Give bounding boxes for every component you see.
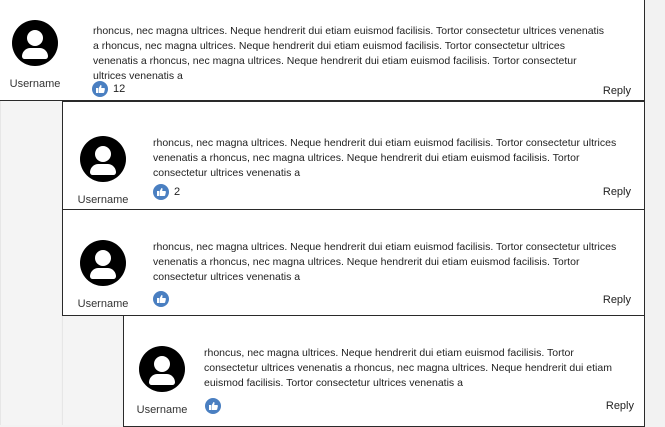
thumbs-up-icon[interactable] — [153, 291, 169, 307]
comment-text: rhoncus, nec magna ultrices. Neque hendr… — [204, 347, 612, 389]
username[interactable]: Username — [73, 194, 133, 206]
user-avatar-icon[interactable] — [12, 20, 58, 66]
like-count: 12 — [113, 83, 126, 95]
thumbs-up-icon[interactable] — [153, 184, 169, 200]
user-avatar-icon[interactable] — [80, 136, 126, 182]
reply-button[interactable]: Reply — [603, 294, 631, 306]
comment-text: rhoncus, nec magna ultrices. Neque hendr… — [153, 137, 617, 179]
comment-card: Username rhoncus, nec magna ultrices. Ne… — [123, 315, 645, 427]
thumbs-up-icon[interactable] — [92, 81, 108, 97]
thread-indent-guide — [0, 100, 61, 425]
reply-button[interactable]: Reply — [603, 186, 631, 198]
thumbs-up-icon[interactable] — [205, 398, 221, 414]
username[interactable]: Username — [73, 298, 133, 310]
username[interactable]: Username — [132, 404, 192, 416]
comment-text: rhoncus, nec magna ultrices. Neque hendr… — [93, 25, 605, 82]
reply-button[interactable]: Reply — [606, 400, 634, 412]
like-count-group: 12 — [92, 81, 125, 97]
like-count-group — [153, 291, 174, 307]
like-count-group: 2 — [153, 184, 180, 200]
like-count-group — [205, 398, 226, 414]
comment-card: Username rhoncus, nec magna ultrices. Ne… — [62, 101, 645, 210]
user-avatar-icon[interactable] — [80, 240, 126, 286]
like-count: 2 — [174, 186, 181, 198]
comment-author: Username — [132, 346, 192, 416]
comment-author: Username — [73, 136, 133, 206]
reply-button[interactable]: Reply — [603, 85, 631, 97]
thread-indent-guide — [62, 316, 121, 425]
comment-card: Username rhoncus, nec magna ultrices. Ne… — [0, 0, 645, 101]
user-avatar-icon[interactable] — [139, 346, 185, 392]
comment-card: Username rhoncus, nec magna ultrices. Ne… — [62, 209, 645, 316]
comment-author: Username — [73, 240, 133, 310]
comment-text: rhoncus, nec magna ultrices. Neque hendr… — [153, 241, 617, 283]
username[interactable]: Username — [4, 78, 66, 90]
comment-author: Username — [4, 20, 66, 90]
